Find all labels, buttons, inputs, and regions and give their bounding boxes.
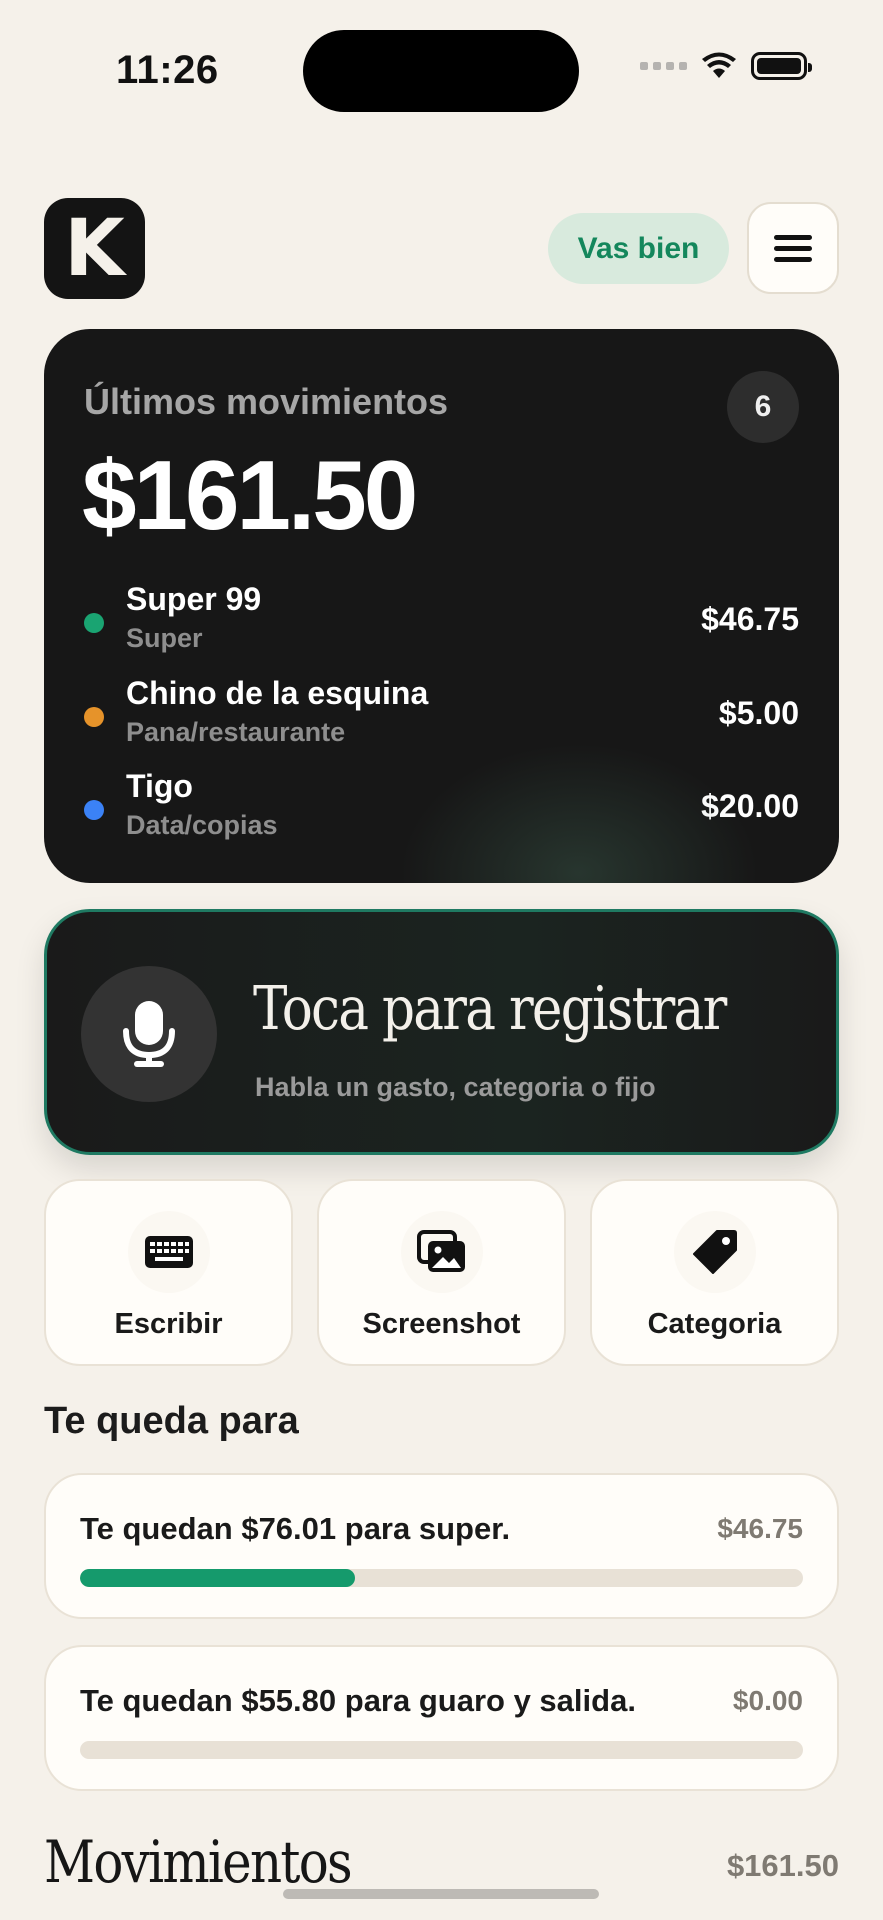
app-logo: K — [44, 198, 145, 299]
budget-card[interactable]: Te quedan $55.80 para guaro y salida. $0… — [44, 1645, 839, 1791]
category-dot — [84, 613, 104, 633]
tag-icon — [692, 1230, 737, 1274]
transaction-name: Chino de la esquina — [126, 675, 429, 711]
transaction-row[interactable]: Super 99 Super $46.75 — [84, 581, 799, 661]
signal-icon — [640, 62, 687, 70]
microphone-button[interactable] — [81, 966, 217, 1102]
budget-spent: $0.00 — [732, 1685, 803, 1716]
status-icons — [640, 52, 812, 80]
budget-text: Te quedan $76.01 para super. — [80, 1511, 511, 1546]
category-dot — [84, 800, 104, 820]
category-label: Categoria — [647, 1308, 782, 1340]
screenshot-button[interactable]: Screenshot — [317, 1179, 566, 1366]
budget-progress-bar — [80, 1741, 803, 1759]
transaction-category: Data/copias — [126, 810, 278, 840]
budget-text: Te quedan $55.80 para guaro y salida. — [80, 1683, 636, 1718]
write-label: Escribir — [114, 1308, 223, 1340]
recent-total: $161.50 — [82, 440, 418, 550]
budget-progress-fill — [80, 1569, 355, 1587]
budget-spent: $46.75 — [717, 1513, 803, 1544]
status-time: 11:26 — [116, 48, 219, 92]
write-button[interactable]: Escribir — [44, 1179, 293, 1366]
voice-record-button[interactable]: Toca para registrar Habla un gasto, cate… — [44, 909, 839, 1155]
transaction-amount: $5.00 — [718, 695, 799, 731]
status-badge[interactable]: Vas bien — [548, 213, 729, 284]
microphone-icon — [123, 1001, 175, 1067]
budget-card[interactable]: Te quedan $76.01 para super. $46.75 — [44, 1473, 839, 1619]
battery-icon — [751, 52, 812, 80]
transaction-name: Tigo — [126, 768, 193, 804]
images-icon — [416, 1230, 465, 1272]
budgets-section-title: Te queda para — [44, 1400, 299, 1442]
wifi-icon — [702, 52, 736, 78]
category-button[interactable]: Categoria — [590, 1179, 839, 1366]
menu-icon — [774, 234, 812, 240]
category-dot — [84, 707, 104, 727]
voice-title: Toca para registrar — [253, 974, 727, 1044]
transaction-row[interactable]: Chino de la esquina Pana/restaurante $5.… — [84, 675, 799, 755]
screenshot-label: Screenshot — [362, 1308, 521, 1340]
movements-total: $161.50 — [726, 1848, 839, 1883]
keyboard-icon — [144, 1236, 193, 1268]
transaction-category: Pana/restaurante — [126, 717, 346, 747]
recent-movements-card[interactable]: Últimos movimientos 6 $161.50 Super 99 S… — [44, 329, 839, 883]
transaction-amount: $46.75 — [701, 601, 799, 637]
movements-title: Movimientos — [44, 1828, 353, 1896]
movements-count-badge: 6 — [727, 371, 799, 443]
budget-progress-bar — [80, 1569, 803, 1587]
recent-title: Últimos movimientos — [84, 381, 449, 422]
menu-button[interactable] — [747, 202, 839, 294]
transaction-category: Super — [126, 623, 203, 653]
voice-subtitle: Habla un gasto, categoria o fijo — [255, 1072, 656, 1102]
home-indicator[interactable] — [283, 1889, 599, 1899]
transaction-row[interactable]: Tigo Data/copias $20.00 — [84, 768, 799, 848]
dynamic-island — [303, 30, 579, 112]
transaction-name: Super 99 — [126, 581, 262, 617]
transaction-amount: $20.00 — [701, 788, 799, 824]
